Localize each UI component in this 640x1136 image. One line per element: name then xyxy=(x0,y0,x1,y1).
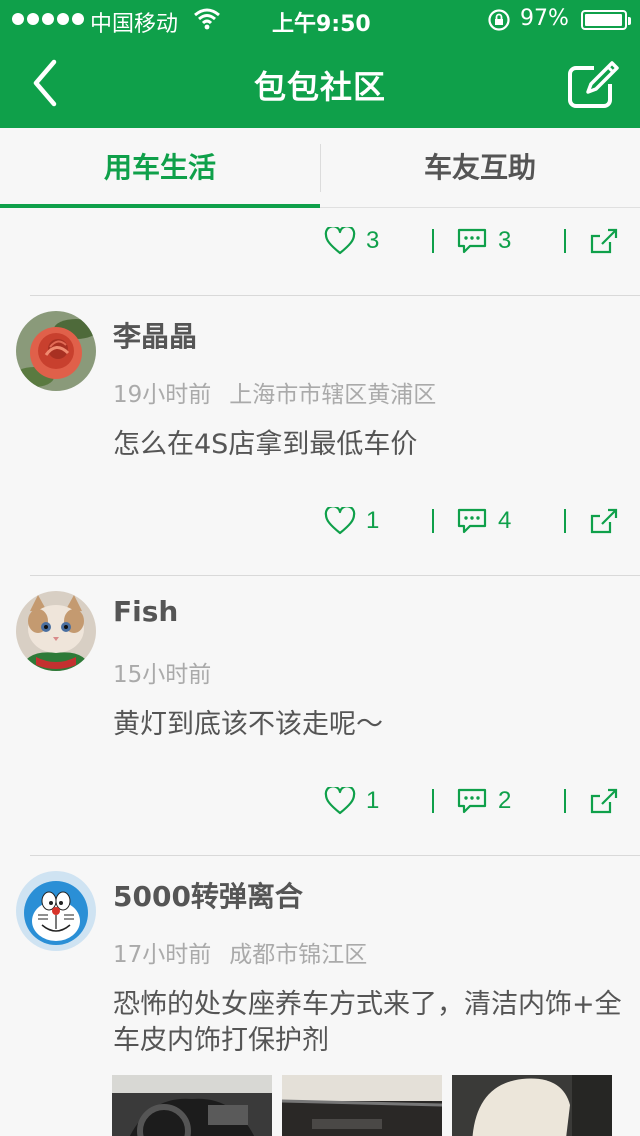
compose-button[interactable] xyxy=(564,58,624,112)
post-actions: 1 4 xyxy=(0,501,640,541)
comment-count: 2 xyxy=(498,787,512,814)
post-image[interactable] xyxy=(452,1075,612,1136)
comment-button[interactable]: 4 xyxy=(456,501,511,541)
post-meta: 15小时前 xyxy=(113,655,211,689)
post-actions: 3 3 xyxy=(0,221,640,261)
post-content[interactable]: 恐怖的处女座养车方式来了，清洁内饰+全车皮内饰打保护剂 xyxy=(113,987,628,1059)
post-separator xyxy=(30,295,640,296)
share-button[interactable] xyxy=(588,221,620,261)
comment-icon xyxy=(457,228,487,254)
like-count: 3 xyxy=(366,227,380,254)
status-time: 上午9:50 xyxy=(272,12,371,37)
share-button[interactable] xyxy=(588,501,620,541)
comment-button[interactable]: 2 xyxy=(456,781,511,821)
divider xyxy=(564,789,566,813)
car-seat-image xyxy=(452,1075,612,1136)
post-location: 上海市市辖区黄浦区 xyxy=(229,382,437,408)
post-image[interactable] xyxy=(282,1075,442,1136)
battery-percent: 97% xyxy=(520,6,569,31)
like-count: 1 xyxy=(366,787,380,814)
avatar[interactable] xyxy=(16,871,96,951)
tab-car-life[interactable]: 用车生活 xyxy=(0,128,320,208)
page-title: 包包社区 xyxy=(253,68,386,106)
comment-icon xyxy=(457,788,487,814)
share-icon xyxy=(590,788,618,814)
signal-icon xyxy=(12,13,84,25)
wifi-icon xyxy=(194,8,220,30)
heart-icon xyxy=(324,507,356,535)
like-count: 1 xyxy=(366,507,380,534)
post-location: 成都市锦江区 xyxy=(229,942,368,968)
share-button[interactable] xyxy=(588,781,620,821)
like-button[interactable]: 1 xyxy=(324,781,379,821)
post-time: 17小时前 xyxy=(113,942,212,968)
car-door-image xyxy=(282,1075,442,1136)
tab-bar: 用车生活 车友互助 xyxy=(0,128,640,208)
author-name[interactable]: 李晶晶 xyxy=(113,315,197,355)
car-interior-image xyxy=(112,1075,272,1136)
post-actions: 1 2 xyxy=(0,781,640,821)
post-time: 15小时前 xyxy=(113,662,212,688)
heart-icon xyxy=(324,787,356,815)
author-name[interactable]: Fish xyxy=(113,595,178,628)
like-button[interactable]: 1 xyxy=(324,501,379,541)
cat-avatar-image xyxy=(16,591,96,671)
post-image[interactable] xyxy=(112,1075,272,1136)
carrier-label: 中国移动 xyxy=(90,12,179,37)
share-icon xyxy=(590,508,618,534)
post-meta: 19小时前 上海市市辖区黄浦区 xyxy=(113,375,436,409)
comment-button[interactable]: 3 xyxy=(456,221,511,261)
avatar[interactable] xyxy=(16,311,96,391)
share-icon xyxy=(590,228,618,254)
divider xyxy=(564,509,566,533)
post-feed[interactable]: 3 3 李晶晶 19小时前 上海市市辖区黄浦区 怎么在4S店拿到最低车价 1 4… xyxy=(0,209,640,1136)
battery-icon xyxy=(581,10,631,30)
post-separator xyxy=(30,855,640,856)
comment-icon xyxy=(457,508,487,534)
avatar[interactable] xyxy=(16,591,96,671)
tab-car-help[interactable]: 车友互助 xyxy=(320,128,640,208)
heart-icon xyxy=(324,227,356,255)
post-content[interactable]: 黄灯到底该不该走呢～ xyxy=(113,707,628,743)
doraemon-avatar-image xyxy=(16,871,96,951)
divider xyxy=(432,509,434,533)
like-button[interactable]: 3 xyxy=(324,221,379,261)
post-content[interactable]: 怎么在4S店拿到最低车价 xyxy=(113,427,628,463)
rose-avatar-image xyxy=(16,311,96,391)
post-time: 19小时前 xyxy=(113,382,212,408)
divider xyxy=(564,229,566,253)
rotation-lock-icon xyxy=(488,9,510,31)
divider xyxy=(432,789,434,813)
active-tab-indicator xyxy=(0,204,320,208)
status-bar: 中国移动 上午9:50 97% xyxy=(0,0,640,40)
post-separator xyxy=(30,575,640,576)
comment-count: 4 xyxy=(498,507,512,534)
post-meta: 17小时前 成都市锦江区 xyxy=(113,935,367,969)
comment-count: 3 xyxy=(498,227,512,254)
post-image-gallery xyxy=(112,1075,612,1136)
author-name[interactable]: 5000转弹离合 xyxy=(113,875,303,915)
app-header: 中国移动 上午9:50 97% 包包社区 xyxy=(0,0,640,128)
divider xyxy=(432,229,434,253)
